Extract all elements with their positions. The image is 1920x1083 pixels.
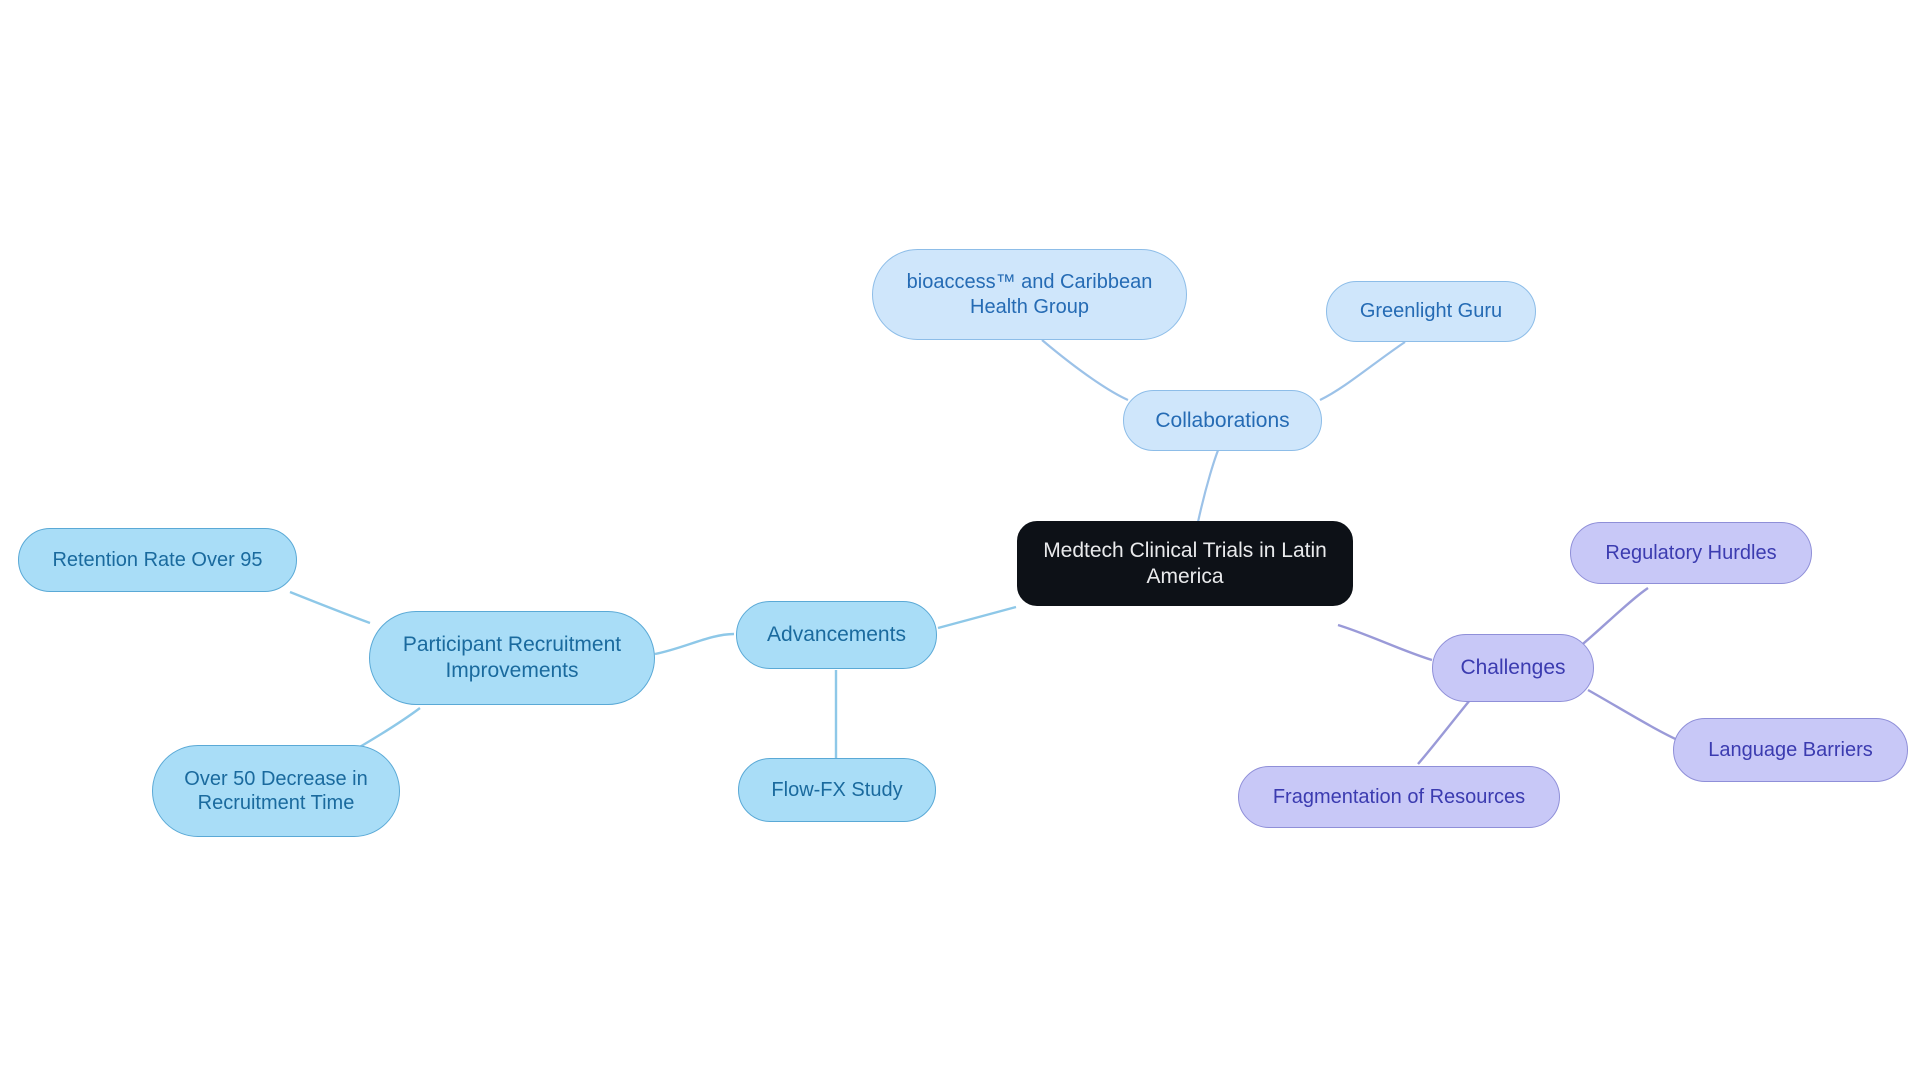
- node-bioaccess-caribbean-health-group[interactable]: bioaccess™ and Caribbean Health Group: [872, 249, 1187, 340]
- edge-participant-recruitmenttime: [357, 707, 421, 750]
- node-collaborations[interactable]: Collaborations: [1123, 390, 1322, 451]
- node-flow-fx-study[interactable]: Flow-FX Study: [738, 758, 936, 822]
- node-participant-recruitment-improvements[interactable]: Participant Recruitment Improvements: [369, 611, 655, 705]
- mindmap-canvas: Medtech Clinical Trials in Latin America…: [0, 0, 1920, 1083]
- node-fragmentation-of-resources[interactable]: Fragmentation of Resources: [1238, 766, 1560, 828]
- edge-challenges-fragmentation: [1417, 699, 1471, 765]
- edge-collaborations-bioaccess: [1041, 339, 1129, 402]
- node-challenges[interactable]: Challenges: [1432, 634, 1594, 702]
- edge-collaborations-greenlight: [1319, 341, 1406, 401]
- node-recruitment-time-decrease[interactable]: Over 50 Decrease in Recruitment Time: [152, 745, 400, 837]
- node-advancements[interactable]: Advancements: [736, 601, 937, 669]
- edge-root-challenges: [1337, 623, 1433, 662]
- edge-challenges-regulatory: [1577, 587, 1649, 649]
- edge-advancements-participant: [654, 632, 735, 656]
- edge-root-advancements: [937, 605, 1017, 630]
- node-root[interactable]: Medtech Clinical Trials in Latin America: [1017, 521, 1353, 606]
- edge-challenges-language: [1587, 688, 1683, 744]
- node-retention-rate[interactable]: Retention Rate Over 95: [18, 528, 297, 592]
- node-language-barriers[interactable]: Language Barriers: [1673, 718, 1908, 782]
- edge-root-collaborations: [1196, 440, 1223, 523]
- node-regulatory-hurdles[interactable]: Regulatory Hurdles: [1570, 522, 1812, 584]
- node-greenlight-guru[interactable]: Greenlight Guru: [1326, 281, 1536, 342]
- edge-participant-retention: [289, 590, 371, 625]
